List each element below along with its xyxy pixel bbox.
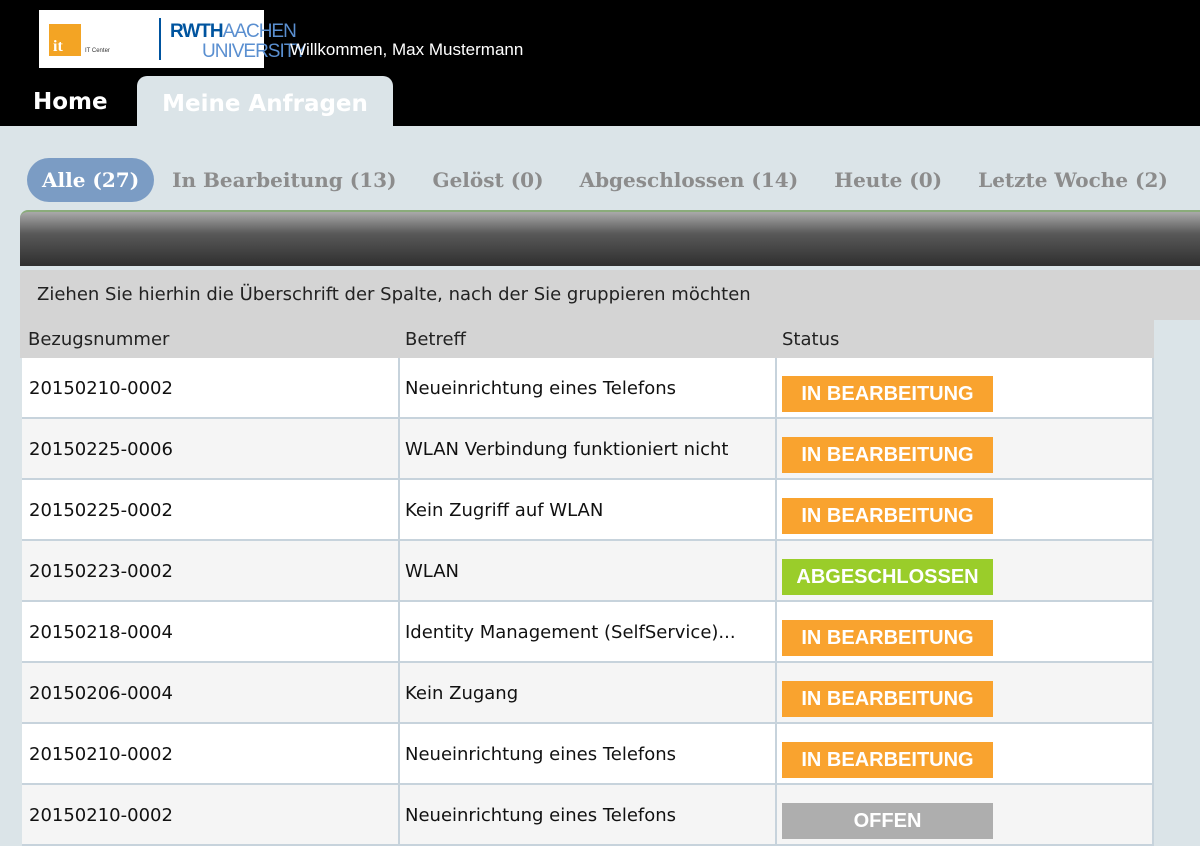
status-badge: ABGESCHLOSSEN [782,559,993,595]
status-cell: IN BEARBEITUNG [777,419,1154,478]
status-cell: IN BEARBEITUNG [777,602,1154,661]
status-cell: OFFEN [777,785,1154,844]
status-cell: IN BEARBEITUNG [777,358,1154,417]
column-header-ref[interactable]: Bezugsnummer [28,329,169,350]
status-badge: IN BEARBEITUNG [782,620,993,656]
top-header: it IT Center RWTHAACHEN UNIVERSITY Willk… [0,0,1200,126]
tab-meine-anfragen[interactable]: Meine Anfragen [137,76,393,126]
subject-cell: Kein Zugang [400,663,777,722]
status-cell: IN BEARBEITUNG [777,480,1154,539]
status-cell: ABGESCHLOSSEN [777,541,1154,600]
grid-rows: 20150210-0002 Neueinrichtung eines Telefo… [22,358,1154,846]
table-row[interactable]: 20150225-0002 Kein Zugriff auf WLAN IN BEA… [22,480,1154,541]
ref-cell: 20150206-0004 [22,663,400,722]
table-row[interactable]: 20150206-0004 Kein Zugang IN BEARBEITUNG [22,663,1154,724]
table-row[interactable]: 20150210-0002 Neueinrichtung eines Telefo… [22,724,1154,785]
column-header-subject[interactable]: Betreff [405,329,466,350]
ref-cell: 20150225-0002 [22,480,400,539]
grid-toolbar [20,210,1200,266]
status-badge: IN BEARBEITUNG [782,681,993,717]
group-by-panel[interactable]: Ziehen Sie hierhin die Überschrift der S… [20,270,1200,320]
it-center-caption: IT Center [85,48,110,54]
table-row[interactable]: 20150218-0004 Identity Management (SelfSe… [22,602,1154,663]
table-row[interactable]: 20150210-0002 Neueinrichtung eines Telefo… [22,785,1154,846]
it-center-logo-icon: it [49,24,81,56]
filter-bar: Alle (27) In Bearbeitung (13) Gelöst (0) Ab… [27,158,1186,202]
filter-tab[interactable]: In Bearbeitung (13) [154,158,414,202]
status-badge: OFFEN [782,803,993,839]
table-row[interactable]: 20150210-0002 Neueinrichtung eines Telefo… [22,358,1154,419]
ref-cell: 20150210-0002 [22,358,400,417]
table-row[interactable]: 20150223-0002 WLAN ABGESCHLOSSEN [22,541,1154,602]
status-badge: IN BEARBEITUNG [782,437,993,473]
status-badge: IN BEARBEITUNG [782,376,993,412]
group-by-hint: Ziehen Sie hierhin die Überschrift der S… [37,284,751,305]
subject-cell: Neueinrichtung eines Telefons [400,358,777,417]
filter-tab[interactable]: Letzte Woche (2) [960,158,1186,202]
ref-cell: 20150218-0004 [22,602,400,661]
filter-tab[interactable]: Heute (0) [816,158,960,202]
column-headers: Bezugsnummer Betreff Status [20,320,1154,358]
filter-tab[interactable]: Alle (27) [27,158,155,202]
subject-cell: Identity Management (SelfService)... [400,602,777,661]
logo[interactable]: it IT Center RWTHAACHEN UNIVERSITY [39,10,307,68]
subject-cell: Kein Zugriff auf WLAN [400,480,777,539]
ref-cell: 20150210-0002 [22,724,400,783]
table-row[interactable]: 20150225-0006 WLAN Verbindung funktionier… [22,419,1154,480]
ref-cell: 20150210-0002 [22,785,400,844]
status-cell: IN BEARBEITUNG [777,663,1154,722]
ref-cell: 20150223-0002 [22,541,400,600]
logo-divider [159,18,161,60]
filter-tab[interactable]: Abgeschlossen (14) [562,158,817,202]
status-badge: IN BEARBEITUNG [782,498,993,534]
status-cell: IN BEARBEITUNG [777,724,1154,783]
column-header-status[interactable]: Status [782,329,839,350]
filter-tab[interactable]: Gelöst (0) [415,158,562,202]
rwth-wordmark: RWTHAACHEN [170,21,297,42]
subject-cell: Neueinrichtung eines Telefons [400,724,777,783]
status-badge: IN BEARBEITUNG [782,742,993,778]
subject-cell: WLAN [400,541,777,600]
subject-cell: WLAN Verbindung funktioniert nicht [400,419,777,478]
ref-cell: 20150225-0006 [22,419,400,478]
nav-home[interactable]: Home [33,89,108,115]
subject-cell: Neueinrichtung eines Telefons [400,785,777,844]
welcome-text: Willkommen, Max Mustermann [290,40,524,59]
